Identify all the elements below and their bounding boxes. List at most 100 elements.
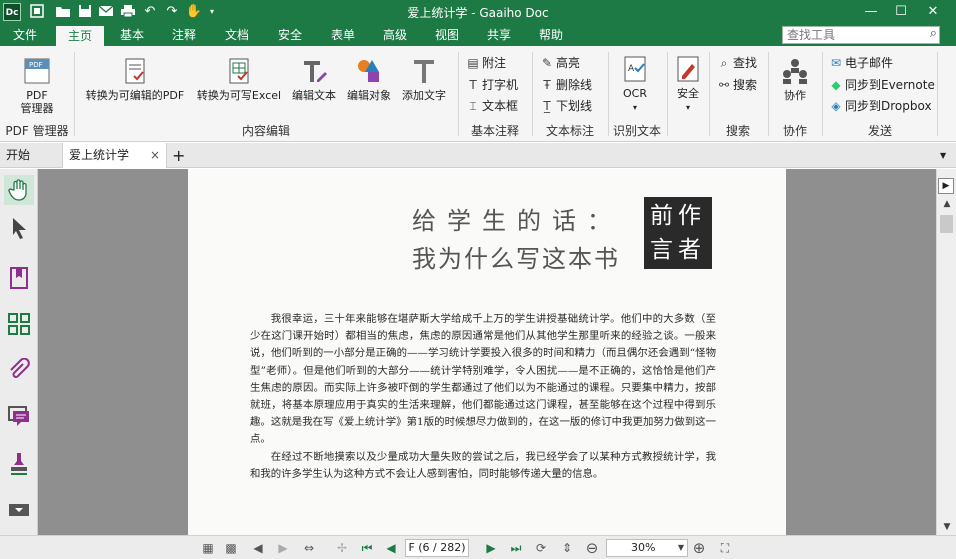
edit-text-button[interactable]: 编辑文本: [287, 56, 341, 102]
preface-box-line2: 言者: [650, 237, 706, 263]
add-text-button[interactable]: 添加文字: [397, 56, 451, 102]
quick-access-dropdown-icon[interactable]: ▾: [203, 3, 221, 21]
scroll-up-icon[interactable]: ▲: [941, 199, 953, 209]
ocr-dropdown-icon[interactable]: ▾: [633, 103, 637, 112]
collaborate-button[interactable]: 协作: [772, 56, 818, 102]
save-icon[interactable]: [76, 3, 94, 21]
menu-document[interactable]: 文档: [214, 24, 260, 46]
textbox-tool[interactable]: ⌶ 文本框: [466, 97, 518, 114]
maximize-icon[interactable]: ☐: [886, 0, 916, 24]
typewriter-label: 打字机: [482, 78, 519, 92]
tab-list-dropdown-icon[interactable]: ▼: [936, 143, 956, 168]
find-label: 查找: [733, 56, 758, 70]
menu-home[interactable]: 主页: [56, 24, 104, 46]
panel-collapse-icon[interactable]: [4, 495, 34, 525]
scroll-down-icon[interactable]: ▼: [941, 522, 953, 532]
menu-view[interactable]: 视图: [424, 24, 470, 46]
single-page-view-icon[interactable]: ▦: [199, 539, 217, 557]
open-folder-icon[interactable]: [54, 3, 72, 21]
convert-excel-button[interactable]: 转换为可写Excel: [193, 56, 285, 102]
full-screen-icon[interactable]: ⛶: [716, 539, 734, 557]
strikeout-tool[interactable]: Ŧ 删除线: [540, 76, 592, 93]
menu-help[interactable]: 帮助: [528, 24, 574, 46]
document-viewport[interactable]: 给学生的话： 我为什么写这本书 前作 言者 我很幸运，三十年来能够在堪萨斯大学给…: [38, 169, 936, 535]
menu-basic[interactable]: 基本: [110, 24, 154, 46]
new-icon[interactable]: [28, 3, 46, 21]
left-panel-toolbar: [0, 169, 38, 535]
tab-start[interactable]: 开始: [0, 143, 62, 168]
convert-pdf-icon: [125, 58, 145, 84]
hand-icon[interactable]: [4, 175, 34, 205]
right-panel-toggle-icon[interactable]: ▶: [938, 178, 954, 194]
security-dropdown-icon[interactable]: ▾: [686, 103, 690, 112]
close-icon[interactable]: ✕: [918, 0, 948, 24]
menu-share[interactable]: 共享: [476, 24, 522, 46]
convert-editable-pdf-button[interactable]: 转换为可编辑的PDF: [80, 56, 190, 102]
vertical-scrollbar[interactable]: ▶ ▲ ▼: [936, 169, 956, 535]
zoom-out-icon[interactable]: ⊖: [583, 539, 601, 557]
underline-tool[interactable]: T̲ 下划线: [540, 97, 592, 114]
pdf-manager-button[interactable]: PDF PDF 管理器: [10, 56, 64, 115]
new-tab-icon[interactable]: +: [168, 143, 192, 168]
thumbnails-icon[interactable]: [4, 309, 34, 339]
fit-width-icon[interactable]: ⇔: [300, 539, 318, 557]
attachment-icon[interactable]: [4, 355, 34, 385]
hand-tool-icon[interactable]: ✋: [185, 3, 203, 21]
select-arrow-icon[interactable]: [4, 213, 34, 243]
edit-object-button[interactable]: 编辑对象: [342, 56, 396, 102]
send-email-tool[interactable]: ✉ 电子邮件: [829, 54, 893, 71]
comments-icon[interactable]: [4, 401, 34, 431]
page-heading-line1: 给学生的话：: [412, 207, 622, 235]
ocr-button[interactable]: A OCR ▾: [612, 54, 658, 114]
fit-height-icon[interactable]: ⇕: [558, 539, 576, 557]
redo-icon[interactable]: ↷: [163, 3, 181, 21]
continuous-view-icon[interactable]: ▩: [222, 539, 240, 557]
undo-icon[interactable]: ↶: [141, 3, 159, 21]
first-page-icon[interactable]: ⏮: [358, 539, 376, 557]
page-number-field[interactable]: F (6 / 282): [405, 539, 469, 557]
note-tool[interactable]: ▤ 附注: [466, 54, 506, 71]
find-tool[interactable]: ⌕ 查找: [717, 54, 757, 71]
pdf-page[interactable]: 给学生的话： 我为什么写这本书 前作 言者 我很幸运，三十年来能够在堪萨斯大学给…: [188, 169, 786, 535]
typewriter-tool[interactable]: T 打字机: [466, 76, 518, 93]
next-page-icon[interactable]: ▶: [482, 539, 500, 557]
menu-advanced[interactable]: 高级: [372, 24, 418, 46]
ribbon-divider: [667, 52, 668, 136]
ribbon-divider: [74, 52, 75, 136]
sync-evernote-label: 同步到Evernote: [845, 78, 935, 92]
rotate-page-icon[interactable]: ⟳: [532, 539, 550, 557]
print-icon[interactable]: [119, 3, 137, 21]
signature-stamp-icon[interactable]: [4, 449, 34, 479]
ocr-icon: A: [624, 56, 646, 82]
previous-page-icon[interactable]: ◀: [382, 539, 400, 557]
search-icon[interactable]: ⌕: [930, 26, 937, 42]
menu-forms[interactable]: 表单: [320, 24, 366, 46]
bookmark-icon[interactable]: [4, 263, 34, 293]
next-view-icon[interactable]: ▶: [274, 539, 292, 557]
tool-search-input[interactable]: 查找工具 ⌕: [782, 26, 940, 44]
sync-evernote-tool[interactable]: ◆ 同步到Evernote: [829, 76, 935, 93]
tab-document[interactable]: 爱上统计学 ×: [62, 143, 167, 168]
zoom-dropdown-icon[interactable]: ▼: [678, 540, 684, 556]
scrollbar-thumb[interactable]: [940, 215, 953, 233]
highlight-label: 高亮: [556, 56, 581, 70]
security-button[interactable]: 安全 ▾: [671, 54, 705, 114]
binoculars-icon: ⚯: [718, 78, 730, 92]
fit-page-icon[interactable]: ✢: [333, 539, 351, 557]
sync-dropbox-tool[interactable]: ◈ 同步到Dropbox: [829, 97, 931, 114]
menu-security[interactable]: 安全: [268, 24, 312, 46]
menu-comment[interactable]: 注释: [162, 24, 206, 46]
highlight-tool[interactable]: ✎ 高亮: [540, 54, 580, 71]
menu-file[interactable]: 文件: [0, 24, 50, 46]
search-tool[interactable]: ⚯ 搜索: [717, 76, 757, 93]
tab-close-icon[interactable]: ×: [150, 143, 160, 168]
group-label-text-markup: 文本标注: [545, 124, 594, 138]
previous-view-icon[interactable]: ◀: [249, 539, 267, 557]
page-heading-line2: 我为什么写这本书: [412, 245, 620, 273]
zoom-level-field[interactable]: 30% ▼: [606, 539, 688, 557]
last-page-icon[interactable]: ⏭: [507, 539, 525, 557]
minimize-icon[interactable]: —: [856, 0, 886, 24]
zoom-in-icon[interactable]: ⊕: [690, 539, 708, 557]
email-icon[interactable]: [97, 3, 115, 21]
security-pen-icon: [677, 56, 699, 82]
